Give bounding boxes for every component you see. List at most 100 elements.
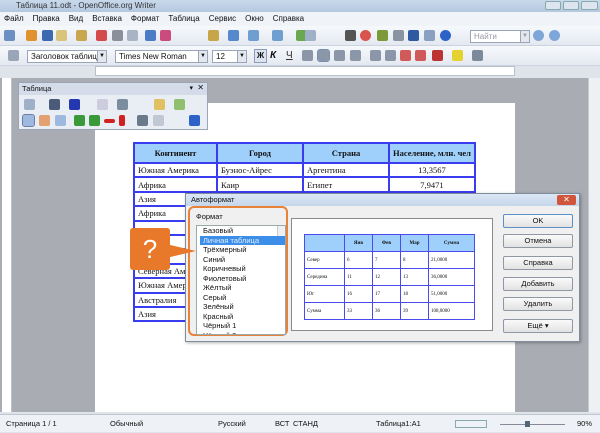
cancel-button[interactable]: Отмена xyxy=(503,234,573,248)
print-icon[interactable] xyxy=(112,30,123,41)
sum-icon[interactable] xyxy=(174,99,185,110)
border-color-icon[interactable] xyxy=(69,99,80,110)
paste-icon[interactable] xyxy=(208,30,219,41)
align-right-icon[interactable] xyxy=(334,50,345,61)
table-cell[interactable]: Аргентина xyxy=(302,161,390,179)
minimize-button[interactable] xyxy=(545,1,561,10)
view-layout-icon[interactable] xyxy=(455,420,487,428)
justify-icon[interactable] xyxy=(350,50,361,61)
format-list[interactable]: Базовый Личная таблица Трёхмерный Синий Кори… xyxy=(196,225,286,335)
table-cell[interactable]: Буэнос-Айрес xyxy=(216,161,304,179)
add-button[interactable]: Добавить xyxy=(503,277,573,291)
increase-indent-icon[interactable] xyxy=(415,50,426,61)
table-cell[interactable]: 7,9471 xyxy=(388,176,476,193)
toolbar-menu-icon[interactable]: ▾ xyxy=(189,84,193,92)
table-cell[interactable]: Южная Америка xyxy=(133,161,218,179)
status-zoom[interactable]: 90% xyxy=(577,415,592,433)
background-icon[interactable] xyxy=(117,99,128,110)
format-list-item[interactable]: Синий xyxy=(200,255,285,265)
menu-view[interactable]: Вид xyxy=(69,12,83,26)
save-icon[interactable] xyxy=(42,30,53,41)
open-icon[interactable] xyxy=(26,30,37,41)
format-list-item[interactable]: Красный xyxy=(200,312,285,322)
format-list-item[interactable]: Чёрный 2 xyxy=(200,331,285,335)
line-style-icon[interactable] xyxy=(49,99,60,110)
underline-button[interactable]: Ч xyxy=(286,50,293,61)
find-previous-icon[interactable] xyxy=(533,30,544,41)
align-center-icon[interactable] xyxy=(317,49,330,62)
table-cell[interactable]: 13,3567 xyxy=(388,161,476,179)
menu-window[interactable]: Окно xyxy=(245,12,264,26)
format-paintbrush-icon[interactable] xyxy=(228,30,239,41)
align-bottom-icon[interactable] xyxy=(55,115,66,126)
ok-button[interactable]: OK xyxy=(503,214,573,228)
vertical-ruler[interactable] xyxy=(2,78,12,412)
maximize-button[interactable] xyxy=(563,1,579,10)
status-insert-mode[interactable]: ВСТ xyxy=(275,415,290,433)
font-name-select[interactable]: Times New Roman ▼ xyxy=(115,50,208,63)
list-scrollbar[interactable] xyxy=(277,226,285,236)
spellcheck-icon[interactable] xyxy=(145,30,156,41)
undo-icon[interactable] xyxy=(248,30,259,41)
bold-button[interactable]: Ж xyxy=(254,49,267,63)
insert-row-icon[interactable] xyxy=(74,115,85,126)
new-icon[interactable] xyxy=(4,30,15,41)
close-icon[interactable]: ✕ xyxy=(197,83,204,92)
dialog-close-button[interactable]: ✕ xyxy=(557,195,576,205)
redo-icon[interactable] xyxy=(272,30,283,41)
insert-column-icon[interactable] xyxy=(89,115,100,126)
autoformat-icon[interactable] xyxy=(137,115,148,126)
table-properties-icon[interactable] xyxy=(153,115,164,126)
optimize-icon[interactable] xyxy=(189,115,200,126)
status-selection-mode[interactable]: СТАНД xyxy=(293,415,318,433)
table-cell[interactable]: Африка xyxy=(133,176,218,193)
decrease-indent-icon[interactable] xyxy=(400,50,411,61)
paragraph-style-select[interactable]: Заголовок таблицы ▼ xyxy=(27,50,107,63)
column-header[interactable]: Страна xyxy=(302,142,390,164)
italic-button[interactable]: К xyxy=(270,50,276,61)
column-header[interactable]: Население, млн. чел xyxy=(388,142,476,164)
column-header[interactable]: Город xyxy=(216,142,304,164)
table-icon[interactable] xyxy=(305,30,316,41)
menu-file[interactable]: Файл xyxy=(4,12,24,26)
menu-table[interactable]: Таблица xyxy=(168,12,199,26)
close-window-button[interactable] xyxy=(581,1,598,10)
align-top-icon[interactable] xyxy=(22,114,35,127)
autospell-icon[interactable] xyxy=(160,30,171,41)
zoom-slider-handle[interactable] xyxy=(525,421,530,427)
table-insert-icon[interactable] xyxy=(24,99,35,110)
format-list-item[interactable]: Личная таблица xyxy=(200,235,285,245)
gallery-icon[interactable] xyxy=(377,30,388,41)
email-icon[interactable] xyxy=(56,30,67,41)
format-list-item[interactable]: Серый xyxy=(200,293,285,303)
font-color-icon[interactable] xyxy=(432,50,443,61)
delete-row-icon[interactable] xyxy=(104,119,115,123)
format-list-item[interactable]: Зелёный xyxy=(200,302,285,312)
status-style[interactable]: Обычный xyxy=(110,415,143,433)
find-input[interactable]: Найти ▼ xyxy=(470,30,530,43)
menu-format[interactable]: Формат xyxy=(131,12,159,26)
zoom-icon[interactable] xyxy=(424,30,435,41)
format-list-item[interactable]: Чёрный 1 xyxy=(200,321,285,331)
find-next-icon[interactable] xyxy=(549,30,560,41)
status-language[interactable]: Русский xyxy=(218,415,246,433)
more-button[interactable]: Ещё ▾ xyxy=(503,319,573,333)
background-color-icon[interactable] xyxy=(472,50,483,61)
numbering-icon[interactable] xyxy=(370,50,381,61)
edit-mode-icon[interactable] xyxy=(76,30,87,41)
format-list-item[interactable]: Трёхмерный xyxy=(200,245,285,255)
menu-tools[interactable]: Сервис xyxy=(209,12,236,26)
chevron-down-icon[interactable]: ▼ xyxy=(520,31,529,42)
nonprinting-chars-icon[interactable] xyxy=(408,30,419,41)
styles-icon[interactable] xyxy=(8,50,19,61)
find-replace-icon[interactable] xyxy=(345,30,356,41)
pdf-icon[interactable] xyxy=(96,30,107,41)
vertical-scrollbar[interactable] xyxy=(588,78,600,412)
delete-button[interactable]: Удалить xyxy=(503,297,573,311)
help-icon[interactable] xyxy=(440,30,451,41)
menu-edit[interactable]: Правка xyxy=(33,12,60,26)
delete-column-icon[interactable] xyxy=(119,115,125,126)
font-size-select[interactable]: 12 ▼ xyxy=(212,50,247,63)
bullets-icon[interactable] xyxy=(385,50,396,61)
horizontal-ruler[interactable] xyxy=(95,66,515,76)
